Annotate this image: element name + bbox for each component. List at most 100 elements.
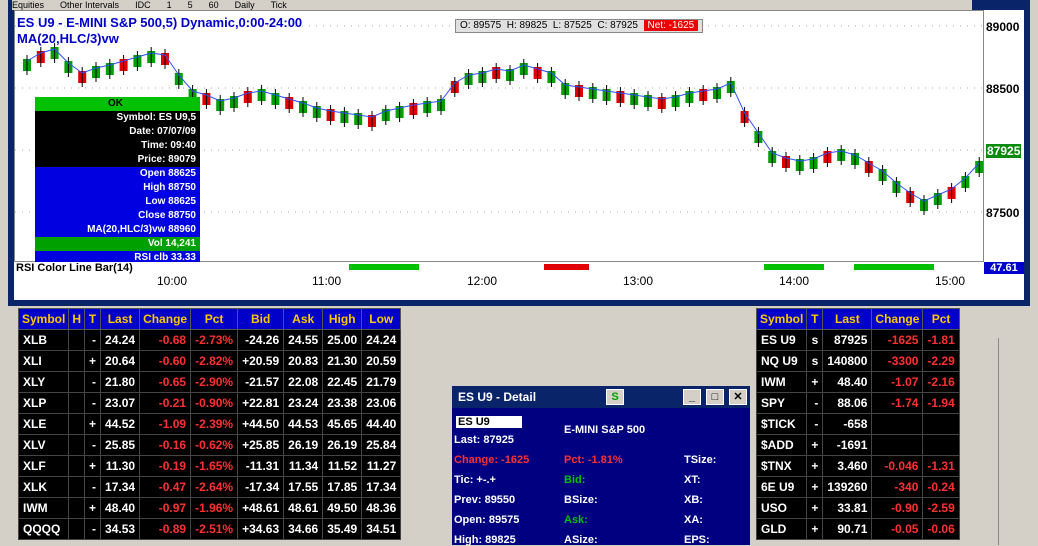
table-cell: $TNX [756, 455, 808, 477]
column-header[interactable]: Change [139, 308, 192, 330]
study-label: MA(20,HLC/3)vw [17, 31, 119, 46]
table-cell: -2.73% [190, 329, 239, 351]
scrollbar[interactable] [998, 338, 1014, 545]
time-tick-label: 10:00 [157, 274, 188, 288]
table-row[interactable]: XLI +20.64 -0.60 -2.82% +20.59 20.83 21.30 20.5… [18, 350, 402, 372]
table-cell: +25.85 [237, 434, 285, 456]
table-row[interactable]: IWM +48.40 -1.07 -2.16 [756, 371, 960, 393]
table-row[interactable]: $TICK - -658 [756, 413, 960, 435]
sector-quote-board[interactable]: Symbol H T Last Change Pct Bid Ask High Low XLB -24… [18, 308, 450, 545]
table-cell: 3.460 [822, 455, 873, 477]
table-cell: - [84, 329, 102, 351]
column-header[interactable]: Ask [283, 308, 324, 330]
table-cell: ES U9 [756, 329, 808, 351]
table-cell: -2.16 [922, 371, 960, 393]
table-cell: 25.00 [322, 329, 363, 351]
column-header[interactable]: Last [100, 308, 141, 330]
toolbar-item[interactable]: IDC [135, 0, 151, 10]
table-cell [68, 392, 86, 414]
table-row[interactable]: NQ U9 s 140800 -3300 -2.29 [756, 350, 960, 372]
detail-symbol-field[interactable]: ES U9 [456, 416, 522, 428]
column-header[interactable]: Pct [922, 308, 960, 330]
toolbar-item[interactable]: 1 [167, 0, 172, 10]
toolbar-item[interactable]: Other Intervals [60, 0, 119, 10]
table-row[interactable]: $ADD + -1691 [756, 434, 960, 456]
toolbar-item[interactable]: Equities [12, 0, 44, 10]
column-header[interactable]: Symbol [18, 308, 70, 330]
table-cell: +44.50 [237, 413, 285, 435]
table-cell [68, 476, 86, 498]
column-header[interactable]: Change [871, 308, 924, 330]
table-cell: + [84, 413, 102, 435]
table-cell: 23.07 [100, 392, 141, 414]
table-cell: 35.49 [322, 518, 363, 540]
column-header[interactable]: H [68, 308, 86, 330]
column-header[interactable]: Last [822, 308, 873, 330]
table-row[interactable]: 6E U9 +139260 -340 -0.24 [756, 476, 960, 498]
column-header[interactable]: Symbol [756, 308, 808, 330]
minimize-button[interactable]: _ [683, 389, 701, 405]
table-cell: 26.19 [322, 434, 363, 456]
table-row[interactable]: $TNX +3.460 -0.046 -1.31 [756, 455, 960, 477]
column-header[interactable]: T [84, 308, 102, 330]
column-header[interactable]: Low [361, 308, 402, 330]
table-cell: XLY [18, 371, 70, 393]
table-cell: -0.60 [139, 350, 192, 372]
toolbar-item[interactable]: Daily [235, 0, 255, 10]
table-cell: 44.40 [361, 413, 402, 435]
table-cell: SPY [756, 392, 808, 414]
table-cell: 25.85 [100, 434, 141, 456]
table-cell: - [84, 476, 102, 498]
close-icon[interactable]: ✕ [729, 389, 747, 405]
table-cell [922, 413, 960, 435]
column-header[interactable]: T [806, 308, 824, 330]
table-row[interactable]: XLP -23.07 -0.21 -0.90% +22.81 23.24 23.38 23.0… [18, 392, 402, 414]
table-cell: -0.05 [871, 518, 924, 540]
table-cell [922, 434, 960, 456]
table-cell: 34.66 [283, 518, 324, 540]
price-axis: 89000 88500 87925 87500 [984, 10, 1024, 262]
snap-button[interactable]: S [606, 389, 624, 405]
table-cell: -11.31 [237, 455, 285, 477]
table-row[interactable]: XLE +44.52 -1.09 -2.39% +44.50 44.53 45.65 44.4… [18, 413, 402, 435]
table-cell: -0.89 [139, 518, 192, 540]
table-row[interactable]: USO +33.81 -0.90 -2.59 [756, 497, 960, 519]
toolbar-item[interactable]: Tick [271, 0, 287, 10]
table-row[interactable]: XLB -24.24 -0.68 -2.73% -24.26 24.55 25.00 24.2… [18, 329, 402, 351]
table-row[interactable]: IWM +48.40 -0.97 -1.96% +48.61 48.61 49.50 48.3… [18, 497, 402, 519]
table-cell: 11.52 [322, 455, 363, 477]
table-cell: -2.64% [190, 476, 239, 498]
table-row[interactable]: XLK -17.34 -0.47 -2.64% -17.34 17.55 17.85 17.3… [18, 476, 402, 498]
index-quote-board[interactable]: Symbol T Last Change Pct ES U9 s 87925 -1625 -1.8… [756, 308, 1016, 545]
table-cell: + [806, 497, 824, 519]
last-price-marker: 87925 [986, 144, 1022, 158]
column-header[interactable]: High [322, 308, 363, 330]
table-cell: +22.81 [237, 392, 285, 414]
table-row[interactable]: XLV -25.85 -0.16 -0.62% +25.85 26.19 26.19 25.8… [18, 434, 402, 456]
table-cell: -0.19 [139, 455, 192, 477]
table-row[interactable]: GLD +90.71 -0.05 -0.06 [756, 518, 960, 540]
maximize-button[interactable]: □ [706, 389, 724, 405]
detail-window[interactable]: ES U9 - Detail S _ □ ✕ ES U9 E-MINI S&P … [452, 386, 750, 546]
table-row[interactable]: XLF +11.30 -0.19 -1.65% -11.31 11.34 11.52 11.2… [18, 455, 402, 477]
table-row[interactable]: ES U9 s 87925 -1625 -1.81 [756, 329, 960, 351]
toolbar-item[interactable]: 5 [188, 0, 193, 10]
table-cell: -1.65% [190, 455, 239, 477]
table-row[interactable]: XLY -21.80 -0.65 -2.90% -21.57 22.08 22.45 21.7… [18, 371, 402, 393]
table-cell: XLK [18, 476, 70, 498]
table-cell: 21.80 [100, 371, 141, 393]
column-header[interactable]: Pct [190, 308, 239, 330]
column-header[interactable]: Bid [237, 308, 285, 330]
table-cell: + [806, 518, 824, 540]
table-row[interactable]: SPY -88.06 -1.74 -1.94 [756, 392, 960, 414]
table-cell [871, 434, 924, 456]
chart-toolbar[interactable]: Equities Other Intervals IDC 1 5 60 Daily Tick [12, 0, 972, 10]
table-cell: -1625 [871, 329, 924, 351]
table-cell: + [806, 455, 824, 477]
table-cell: 44.53 [283, 413, 324, 435]
table-cell: XLV [18, 434, 70, 456]
price-chart-plot[interactable]: ES U9 - E-MINI S&P 500,5) Dynamic,0:00-2… [14, 10, 985, 265]
table-row[interactable]: QQQQ -34.53 -0.89 -2.51% +34.63 34.66 35.49 34.… [18, 518, 402, 540]
toolbar-item[interactable]: 60 [209, 0, 219, 10]
table-cell: -658 [822, 413, 873, 435]
